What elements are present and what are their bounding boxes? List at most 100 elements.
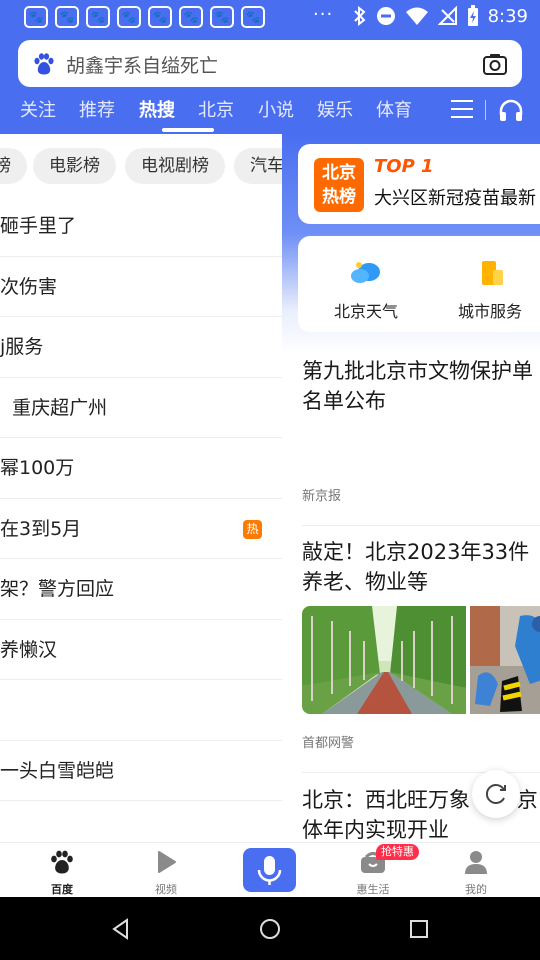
recents-icon[interactable] <box>408 918 430 940</box>
service-label: 城市服务 <box>457 302 522 321</box>
workers-photo <box>470 606 540 714</box>
chip-car-rank[interactable]: 汽车 <box>234 148 282 184</box>
hot-item-text: j服务 <box>0 336 44 358</box>
tab-beijing[interactable]: 北京 <box>198 96 234 122</box>
tab-novel[interactable]: 小说 <box>258 96 294 122</box>
channel-tabs: 关注 推荐 热搜 北京 小说 娱乐 体育 <box>0 96 540 134</box>
news-divider <box>302 525 540 526</box>
baidu-paw-icon <box>51 850 73 874</box>
news-title-line: 体年内实现开业 <box>302 818 449 842</box>
news-title-line: 第九批北京市文物保护单 <box>302 359 533 383</box>
search-query[interactable]: 胡鑫宇系自缢死亡 <box>66 51 218 78</box>
refresh-icon <box>485 784 506 804</box>
video-play-icon <box>158 851 176 873</box>
home-icon[interactable] <box>259 918 281 940</box>
baidu-notification-icon: 🐾 <box>24 6 48 28</box>
hot-list-item[interactable]: 幂100万 <box>0 438 282 499</box>
promo-badge: 抢特惠 <box>376 844 419 860</box>
baidu-notification-icon: 🐾 <box>117 6 141 28</box>
news-item[interactable]: 第九批北京市文物保护单 名单公布 <box>302 356 540 416</box>
voice-search-button[interactable] <box>243 848 296 892</box>
hot-list-item[interactable]: 砸手里了 <box>0 196 282 257</box>
hot-list-item[interactable] <box>0 801 282 842</box>
system-nav-bar <box>0 897 540 960</box>
wifi-icon <box>405 7 428 25</box>
user-profile-icon <box>465 851 487 874</box>
baidu-notification-icon: 🐾 <box>86 6 110 28</box>
logo-line-2: 热榜 <box>322 187 356 207</box>
beijing-feed-panel: 北京 热榜 TOP 1 大兴区新冠疫苗最新 北京天气 城市服务 第九批北京市文物… <box>282 134 540 842</box>
hot-item-text: 次伤害 <box>0 275 58 298</box>
baidu-notification-icon: 🐾 <box>241 6 265 28</box>
hot-item-text: 重庆超广州 <box>0 396 108 419</box>
baidu-notification-icon: 🐾 <box>210 6 234 28</box>
tab-entertainment[interactable]: 娱乐 <box>317 96 353 122</box>
nav-baidu[interactable]: 百度 <box>27 849 97 897</box>
tab-recommend[interactable]: 推荐 <box>79 96 115 122</box>
clock: 8:39 <box>487 5 528 27</box>
weather-cloud-icon <box>351 262 380 283</box>
hot-list-item[interactable]: 一头白雪皑皑 <box>0 741 282 801</box>
camera-icon[interactable] <box>482 51 508 77</box>
baidu-notification-icon: 🐾 <box>148 6 172 28</box>
rank-chips: 榜 电影榜 电视剧榜 汽车 <box>0 148 282 184</box>
top-headline: 大兴区新冠疫苗最新 <box>374 188 536 209</box>
news-item[interactable]: 敲定！北京2023年33件 养老、物业等 <box>302 537 540 597</box>
city-services-card: 北京天气 城市服务 <box>298 236 540 332</box>
hot-list-item[interactable]: 架？警方回应 <box>0 559 282 620</box>
nav-me[interactable]: 我的 <box>441 849 511 897</box>
active-tab-indicator <box>162 128 214 132</box>
notification-icons: 🐾 🐾 🐾 🐾 🐾 🐾 🐾 🐾 <box>24 6 265 28</box>
hot-item-text: 在3到5月 <box>0 517 82 540</box>
chip-tv-rank[interactable]: 电视剧榜 <box>125 148 225 184</box>
nav-label: 我的 <box>465 883 487 896</box>
no-signal-icon <box>437 6 457 25</box>
header: 胡鑫宇系自缢死亡 关注 推荐 热搜 北京 小说 娱乐 体育 <box>0 34 540 134</box>
beijing-weather-button[interactable]: 北京天气 <box>316 258 416 322</box>
chip-movie-rank[interactable]: 电影榜 <box>33 148 116 184</box>
news-source: 首都网警 <box>302 736 355 751</box>
hot-list-item[interactable]: 次伤害 <box>0 257 282 317</box>
menu-icon[interactable] <box>451 100 473 118</box>
hot-list-item[interactable]: 养懒汉 <box>0 620 282 680</box>
do-not-disturb-icon <box>376 7 395 25</box>
more-notifications-dots: ··· <box>313 4 334 25</box>
top-rank-label: TOP 1 <box>374 156 434 177</box>
nav-label: 百度 <box>51 883 73 896</box>
back-icon[interactable] <box>110 918 132 940</box>
status-bar: 🐾 🐾 🐾 🐾 🐾 🐾 🐾 🐾 ··· 8:39 <box>0 0 540 34</box>
headphones-icon[interactable] <box>498 99 524 123</box>
nav-video[interactable]: 视频 <box>131 849 201 897</box>
tab-sports[interactable]: 体育 <box>376 96 412 122</box>
hot-list-item[interactable]: j服务 <box>0 317 282 378</box>
battery-charging-icon <box>467 5 478 26</box>
bluetooth-icon <box>353 6 366 26</box>
news-images[interactable] <box>302 606 540 714</box>
city-services-button[interactable]: 城市服务 <box>440 258 540 322</box>
news-source: 新京报 <box>302 489 342 504</box>
hot-list-item[interactable]: 在3到5月 热 <box>0 499 282 559</box>
search-box[interactable]: 胡鑫宇系自缢死亡 <box>18 40 522 87</box>
beijing-hot-logo: 北京 热榜 <box>314 158 364 212</box>
system-status: 8:39 <box>353 5 528 27</box>
bottom-nav: 百度 视频 惠生活 抢特惠 我的 <box>0 842 540 897</box>
nav-label: 惠生活 <box>356 883 390 896</box>
chip-rank[interactable]: 榜 <box>0 148 27 184</box>
tab-follow[interactable]: 关注 <box>20 96 56 122</box>
nav-label: 视频 <box>155 883 177 896</box>
hot-item-text: 幂100万 <box>0 457 75 479</box>
beijing-hot-card[interactable]: 北京 热榜 TOP 1 大兴区新冠疫苗最新 <box>298 144 540 224</box>
hot-list-item[interactable] <box>0 680 282 741</box>
service-label: 北京天气 <box>333 302 398 321</box>
news-title-line: 养老、物业等 <box>302 570 428 594</box>
baidu-notification-icon: 🐾 <box>179 6 203 28</box>
news-title-line: 敲定！北京2023年33件 <box>302 540 530 564</box>
hot-badge: 热 <box>243 519 262 539</box>
baidu-notification-icon: 🐾 <box>55 6 79 28</box>
hot-list-item[interactable]: 重庆超广州 <box>0 378 282 438</box>
refresh-button[interactable] <box>472 770 520 818</box>
tab-hot-search[interactable]: 热搜 <box>139 96 175 122</box>
news-title-line: 名单公布 <box>302 389 386 413</box>
hot-search-panel: 榜 电影榜 电视剧榜 汽车 砸手里了 次伤害 j服务 重庆超广州 幂100万 在… <box>0 134 282 842</box>
hot-item-text: 架？警方回应 <box>0 578 115 600</box>
